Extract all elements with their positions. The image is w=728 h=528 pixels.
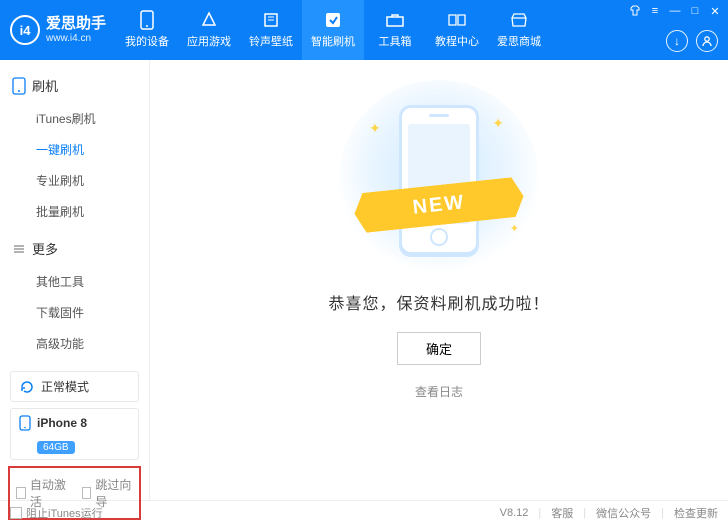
more-icon	[12, 242, 26, 256]
version-label: V8.12	[500, 507, 529, 519]
sidebar-group-title: 更多	[32, 239, 58, 258]
toolbox-icon	[385, 11, 405, 29]
sidebar-item-other-tools[interactable]: 其他工具	[0, 266, 149, 297]
sidebar-item-batch-flash[interactable]: 批量刷机	[0, 196, 149, 227]
flash-icon	[323, 11, 343, 29]
brand-url: www.i4.cn	[46, 33, 106, 44]
skin-button[interactable]	[628, 4, 642, 18]
sidebar-group-more[interactable]: 更多	[0, 233, 149, 264]
nav-label: 智能刷机	[311, 33, 355, 49]
book-icon	[447, 11, 467, 29]
device-name: iPhone 8	[37, 416, 87, 430]
nav-toolbox[interactable]: 工具箱	[364, 0, 426, 60]
refresh-icon	[19, 379, 35, 395]
sparkle-icon: ✦	[492, 115, 504, 132]
nav-label: 爱思商城	[497, 33, 541, 49]
checkbox-icon	[82, 487, 92, 499]
nav-flash[interactable]: 智能刷机	[302, 0, 364, 60]
nav-my-device[interactable]: 我的设备	[116, 0, 178, 60]
sidebar-group-flash[interactable]: 刷机	[0, 70, 149, 101]
checkbox-icon	[10, 507, 22, 519]
nav-label: 铃声壁纸	[249, 33, 293, 49]
checkbox-icon	[16, 487, 26, 499]
checkbox-label: 阻止iTunes运行	[26, 505, 103, 521]
mode-card[interactable]: 正常模式	[10, 371, 139, 402]
menu-button[interactable]: ≡	[648, 4, 662, 18]
status-link-wechat[interactable]: 微信公众号	[596, 505, 651, 521]
storage-badge: 64GB	[37, 441, 75, 454]
sparkle-icon: ✦	[510, 222, 519, 235]
sidebar-group-title: 刷机	[32, 76, 58, 95]
mode-label: 正常模式	[41, 378, 89, 395]
brand-logo-icon: i4	[10, 15, 40, 45]
maximize-button[interactable]: □	[688, 4, 702, 18]
success-illustration: ✦ ✦ ✦ NEW	[329, 100, 549, 260]
top-nav: 我的设备 应用游戏 铃声壁纸 智能刷机 工具箱	[116, 0, 550, 60]
minimize-button[interactable]: —	[668, 4, 682, 18]
device-icon	[137, 11, 157, 29]
success-message: 恭喜您，保资料刷机成功啦！	[328, 290, 549, 314]
nav-label: 我的设备	[125, 33, 169, 49]
window-controls: ≡ — □ ✕	[628, 4, 722, 18]
device-card[interactable]: iPhone 8 64GB	[10, 408, 139, 460]
ok-button[interactable]: 确定	[397, 332, 481, 365]
top-right-actions: ↓	[666, 30, 718, 52]
top-bar: i4 爱思助手 www.i4.cn 我的设备 应用游戏 铃声壁纸	[0, 0, 728, 60]
download-button[interactable]: ↓	[666, 30, 688, 52]
block-itunes-checkbox[interactable]: 阻止iTunes运行	[10, 505, 103, 521]
status-link-support[interactable]: 客服	[551, 505, 573, 521]
view-log-link[interactable]: 查看日志	[415, 383, 463, 400]
main-content: ✦ ✦ ✦ NEW 恭喜您，保资料刷机成功啦！ 确定 查看日志	[150, 60, 728, 500]
sidebar: 刷机 iTunes刷机 一键刷机 专业刷机 批量刷机 更多 其他工具 下载固件 …	[0, 60, 150, 500]
brand: i4 爱思助手 www.i4.cn	[10, 15, 106, 45]
sidebar-item-onekey-flash[interactable]: 一键刷机	[0, 134, 149, 165]
shop-icon	[509, 11, 529, 29]
sidebar-item-itunes-flash[interactable]: iTunes刷机	[0, 103, 149, 134]
nav-label: 工具箱	[379, 33, 412, 49]
nav-tutorial[interactable]: 教程中心	[426, 0, 488, 60]
nav-ringtone[interactable]: 铃声壁纸	[240, 0, 302, 60]
status-link-update[interactable]: 检查更新	[674, 505, 718, 521]
phone-illustration-icon	[399, 105, 479, 255]
user-button[interactable]	[696, 30, 718, 52]
apps-icon	[199, 11, 219, 29]
nav-label: 教程中心	[435, 33, 479, 49]
sparkle-icon: ✦	[369, 120, 381, 137]
nav-label: 应用游戏	[187, 33, 231, 49]
sidebar-item-download-fw[interactable]: 下载固件	[0, 297, 149, 328]
sidebar-item-advanced[interactable]: 高级功能	[0, 328, 149, 359]
nav-shop[interactable]: 爱思商城	[488, 0, 550, 60]
phone-icon	[12, 77, 26, 95]
phone-icon	[19, 415, 31, 431]
sidebar-item-pro-flash[interactable]: 专业刷机	[0, 165, 149, 196]
nav-apps[interactable]: 应用游戏	[178, 0, 240, 60]
brand-name: 爱思助手	[46, 16, 106, 33]
music-icon	[261, 11, 281, 29]
close-button[interactable]: ✕	[708, 4, 722, 18]
